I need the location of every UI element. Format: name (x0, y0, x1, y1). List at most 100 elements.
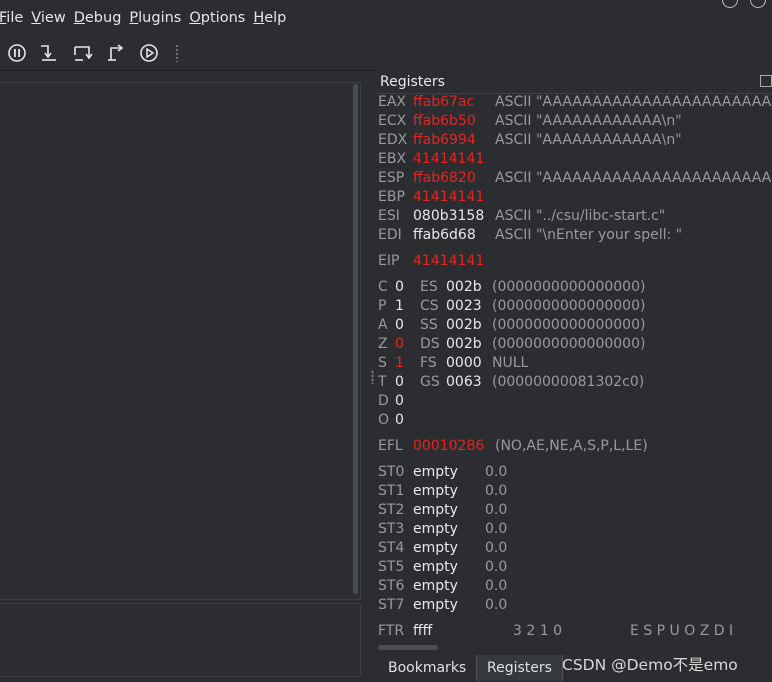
register-name: ECX (378, 113, 407, 129)
disassembly-pane[interactable] (0, 82, 361, 600)
watermark-text: CSDN @Demo不是emo (562, 656, 738, 674)
register-value[interactable]: ffab6820 (413, 170, 476, 186)
register-comment: ASCII "AAAAAAAAAAAAAAAAAAAAAAAAAAAAAAAAA… (495, 94, 772, 110)
segment-desc: (0000000000000000) (492, 336, 646, 352)
menu-plugins[interactable]: Plugins (129, 10, 181, 26)
segment-desc: (0000000000000000) (492, 279, 646, 295)
segment-desc: (0000000000000000) (492, 298, 646, 314)
step-out-icon[interactable] (106, 42, 128, 64)
fpu-name: ST5 (378, 559, 405, 575)
flag-name: S (378, 355, 387, 371)
segment-name: GS (420, 374, 440, 390)
fpu-tag: empty (413, 597, 458, 613)
tab-registers[interactable]: Registers (476, 655, 563, 681)
flag-value[interactable]: 0 (395, 393, 404, 409)
segment-desc: (00000000081302c0) (492, 374, 645, 390)
flag-value[interactable]: 0 (395, 374, 404, 390)
fpu-tag: empty (413, 502, 458, 518)
fpu-name: ST2 (378, 502, 405, 518)
fpu-value[interactable]: 0.0 (485, 464, 507, 480)
register-value[interactable]: 080b3158 (413, 208, 484, 224)
fpu-value[interactable]: 0.0 (485, 540, 507, 556)
flag-value[interactable]: 0 (395, 412, 404, 428)
register-name: EBP (378, 189, 405, 205)
fpu-value[interactable]: 0.0 (485, 578, 507, 594)
registers-title: Registers (380, 74, 445, 90)
flag-name: O (378, 412, 390, 428)
register-name: FTR (378, 623, 405, 639)
register-value[interactable]: 41414141 (413, 151, 484, 167)
flag-value[interactable]: 0 (395, 336, 404, 352)
register-comment: (NO,AE,NE,A,S,P,L,LE) (495, 438, 648, 454)
segment-name: CS (420, 298, 439, 314)
menu-file[interactable]: File (0, 10, 23, 26)
register-value[interactable]: ffab6d68 (413, 227, 476, 243)
float-panel-icon[interactable] (760, 75, 772, 87)
flag-value[interactable]: 1 (395, 355, 404, 371)
segment-value[interactable]: 002b (446, 336, 482, 352)
flag-name: A (378, 317, 388, 333)
fpu-name: ST4 (378, 540, 405, 556)
register-comment: ASCII "\nEnter your spell: " (495, 227, 683, 243)
register-value[interactable]: 41414141 (413, 189, 484, 205)
fpu-tag: empty (413, 578, 458, 594)
register-name: EBX (378, 151, 407, 167)
fpu-name: ST6 (378, 578, 405, 594)
run-icon[interactable] (138, 42, 160, 64)
horizontal-scrollbar[interactable] (378, 645, 438, 650)
fpu-tag: empty (413, 521, 458, 537)
register-value[interactable]: ffab6994 (413, 132, 476, 148)
menu-bar: File View Debug Plugins Options Help (0, 0, 772, 36)
register-comment: ASCII "../csu/libc-start.c" (495, 208, 666, 224)
register-value[interactable]: ffff (413, 623, 432, 639)
flag-value[interactable]: 1 (395, 298, 404, 314)
flag-value[interactable]: 0 (395, 317, 404, 333)
fpu-tag: empty (413, 483, 458, 499)
fpu-value[interactable]: 0.0 (485, 559, 507, 575)
pause-icon[interactable] (6, 42, 28, 64)
step-over-icon[interactable] (72, 42, 94, 64)
menu-options[interactable]: Options (189, 10, 245, 26)
fpu-name: ST3 (378, 521, 405, 537)
register-comment: ASCII "AAAAAAAAAAAA\n" (495, 113, 682, 129)
menu-debug[interactable]: Debug (74, 10, 122, 26)
menu-help[interactable]: Help (253, 10, 286, 26)
register-value[interactable]: 00010286 (413, 438, 484, 454)
fpu-name: ST1 (378, 483, 405, 499)
segment-value[interactable]: 002b (446, 279, 482, 295)
register-value[interactable]: ffab67ac (413, 94, 474, 110)
toolbar-grip-handle[interactable] (175, 44, 179, 62)
fpu-tag: empty (413, 559, 458, 575)
register-name: EAX (378, 94, 407, 110)
ftr-bits: 3 2 1 0 (513, 623, 562, 639)
register-name: EIP (378, 253, 400, 269)
flag-value[interactable]: 0 (395, 279, 404, 295)
segment-value[interactable]: 0023 (446, 298, 482, 314)
fpu-tag: empty (413, 540, 458, 556)
menu-view[interactable]: View (31, 10, 65, 26)
flag-name: Z (378, 336, 388, 352)
fpu-value[interactable]: 0.0 (485, 483, 507, 499)
ftr-flags: E S P U O Z D I (630, 623, 734, 639)
segment-value[interactable]: 0063 (446, 374, 482, 390)
segment-name: SS (420, 317, 438, 333)
segment-name: DS (420, 336, 440, 352)
fpu-name: ST7 (378, 597, 405, 613)
segment-value[interactable]: 0000 (446, 355, 482, 371)
registers-panel: Registers EAX ffab67ac ASCII "AAAAAAAAAA… (376, 70, 772, 655)
segment-value[interactable]: 002b (446, 317, 482, 333)
vertical-scrollbar[interactable] (353, 84, 358, 594)
tab-bookmarks[interactable]: Bookmarks (378, 655, 476, 681)
register-value[interactable]: 41414141 (413, 253, 484, 269)
flag-name: D (378, 393, 389, 409)
fpu-value[interactable]: 0.0 (485, 502, 507, 518)
fpu-name: ST0 (378, 464, 405, 480)
register-value[interactable]: ffab6b50 (413, 113, 476, 129)
segment-desc: (0000000000000000) (492, 317, 646, 333)
data-dump-pane[interactable] (0, 603, 361, 677)
splitter-handle[interactable] (371, 370, 374, 384)
register-name: ESP (378, 170, 405, 186)
fpu-value[interactable]: 0.0 (485, 521, 507, 537)
fpu-value[interactable]: 0.0 (485, 597, 507, 613)
step-into-icon[interactable] (38, 42, 60, 64)
